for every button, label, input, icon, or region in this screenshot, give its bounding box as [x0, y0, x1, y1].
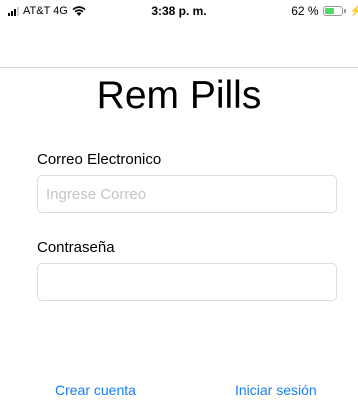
login-button[interactable]: Iniciar sesión	[235, 382, 317, 398]
status-right: 62 % ⚡	[291, 4, 358, 18]
nav-divider	[0, 67, 358, 68]
battery-percent: 62 %	[291, 4, 319, 18]
password-field[interactable]	[37, 263, 337, 301]
battery-nub	[343, 9, 346, 13]
email-field[interactable]	[37, 175, 337, 213]
page-title: Rem Pills	[96, 74, 262, 117]
email-label: Correo Electronico	[37, 151, 162, 168]
status-bar: AT&T 4G 3:38 p. m. 62 % ⚡	[0, 0, 358, 22]
battery-level-fill	[324, 8, 335, 14]
battery-icon	[322, 6, 343, 16]
password-label: Contraseña	[37, 239, 115, 256]
create-account-button[interactable]: Crear cuenta	[55, 382, 136, 398]
charging-bolt-icon: ⚡	[349, 5, 358, 17]
